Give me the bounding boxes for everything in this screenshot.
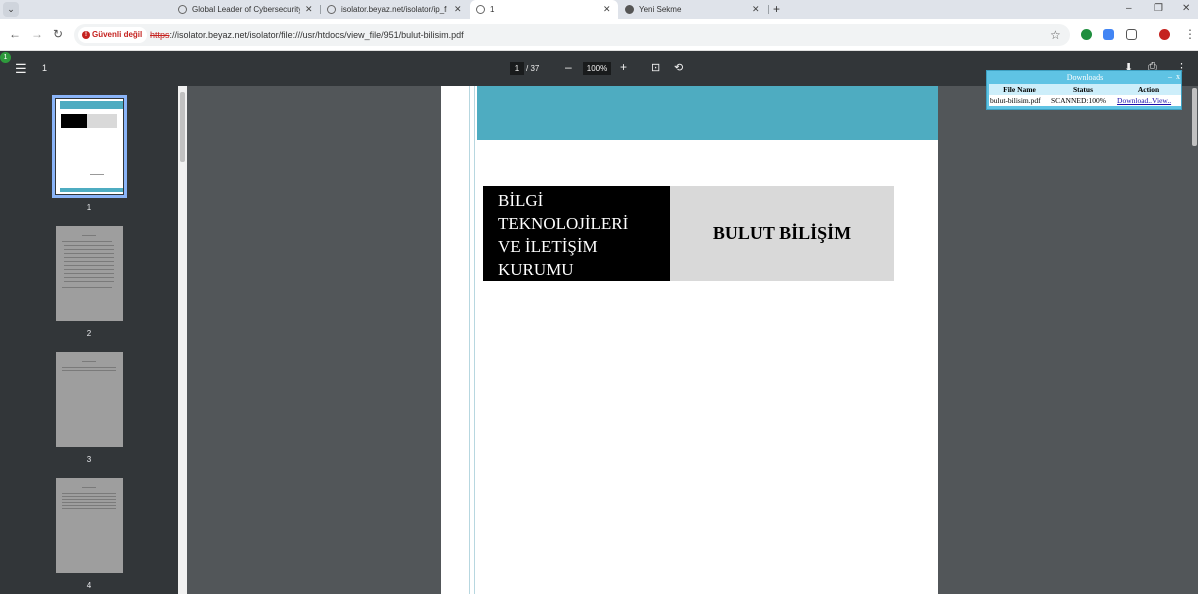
rotate-icon[interactable]: ⟲	[674, 61, 683, 75]
zoom-level-input[interactable]: 100%	[583, 62, 611, 75]
zoom-in-button[interactable]: +	[620, 60, 627, 75]
new-tab-button[interactable]: +	[773, 0, 780, 18]
page-number-input[interactable]: 1	[510, 62, 524, 75]
document-heading: BULUT BİLİŞİM	[670, 186, 894, 281]
extension-shield-icon[interactable]	[1081, 29, 1092, 40]
column-header: File Name	[989, 84, 1050, 95]
downloads-table: File Name Status Action bulut-bilisim.pd…	[989, 84, 1181, 106]
restore-button[interactable]: ❐	[1154, 0, 1163, 18]
extensions-puzzle-icon[interactable]	[1126, 29, 1137, 40]
tab-new-tab-page[interactable]: Yeni Sekme ✕	[619, 0, 767, 19]
table-row: bulut-bilisim.pdf SCANNED:100% Download.…	[989, 95, 1181, 106]
notification-badge: 1	[0, 52, 11, 63]
close-window-button[interactable]: ✕	[1182, 0, 1190, 18]
warning-icon: !	[82, 31, 90, 39]
thumbnail-page-4[interactable]	[56, 478, 123, 573]
minimize-button[interactable]: –	[1126, 0, 1132, 18]
thumbnail-number: 1	[86, 203, 92, 212]
url-path: ://isolator.beyaz.net/isolator/file:///u…	[169, 30, 464, 40]
tab-title: 1	[490, 5, 495, 14]
thumbnail-page-3[interactable]	[56, 352, 123, 447]
thumbnail-page-1[interactable]	[52, 95, 127, 198]
download-view-link[interactable]: Download..View..	[1116, 95, 1181, 106]
tab-title: Yeni Sekme	[639, 5, 682, 14]
download-file-name: bulut-bilisim.pdf	[989, 95, 1050, 106]
downloads-panel: Downloads – x File Name Status Action bu…	[986, 70, 1182, 110]
main-scrollbar[interactable]	[1190, 86, 1198, 594]
url-scheme: https	[150, 30, 170, 40]
thumbnail-number: 3	[86, 455, 92, 464]
download-status: SCANNED:100%	[1049, 95, 1117, 106]
institution-line: KURUMU	[498, 260, 574, 279]
tab-search-button[interactable]: ⌄	[3, 2, 19, 17]
translate-icon[interactable]	[1103, 29, 1114, 40]
column-header: Status	[1049, 84, 1117, 95]
downloads-close-button[interactable]: x	[1176, 72, 1180, 81]
tab-close-icon[interactable]: ✕	[603, 0, 611, 19]
browser-menu-icon[interactable]: ⋮	[1184, 26, 1196, 42]
tab-isolator[interactable]: isolator.beyaz.net/isolator/ip_fi ✕	[321, 0, 469, 19]
security-indicator[interactable]: ! Güvenli değil	[78, 27, 148, 43]
tab-title: Global Leader of Cybersecurity	[192, 5, 300, 14]
pdf-page: BİLGİ TEKNOLOJİLERİ VE İLETİŞİM KURUMU B…	[441, 86, 938, 594]
address-bar-row: ← → ↻ ! Güvenli değil https://isolator.b…	[0, 19, 1198, 51]
downloads-minimize-button[interactable]: –	[1168, 72, 1172, 81]
page-total: / 37	[526, 64, 540, 73]
institution-line: TEKNOLOJİLERİ	[498, 214, 629, 233]
document-title: 1	[42, 63, 48, 73]
sidebar-scrollbar-thumb[interactable]	[180, 92, 185, 162]
institution-block: BİLGİ TEKNOLOJİLERİ VE İLETİŞİM KURUMU	[483, 186, 670, 281]
downloads-title: Downloads	[1066, 73, 1104, 82]
column-header: Action	[1116, 84, 1181, 95]
thumbnail-number: 2	[86, 329, 92, 338]
thumbnail-number: 4	[86, 581, 92, 590]
thumbnail-sidebar: 1 2 3 4	[0, 86, 178, 594]
chrome-icon	[625, 5, 634, 14]
page-header-band	[477, 86, 938, 140]
omnibox[interactable]: ! Güvenli değil https://isolator.beyaz.n…	[74, 24, 1070, 46]
reload-button[interactable]: ↻	[53, 26, 63, 42]
thumbnail-page-2[interactable]	[56, 226, 123, 321]
sidebar-scrollbar[interactable]	[178, 86, 187, 594]
zoom-out-button[interactable]: –	[565, 60, 572, 75]
tab-strip: ⌄ Global Leader of Cybersecurity ✕ isola…	[0, 0, 1198, 19]
tab-close-icon[interactable]: ✕	[752, 0, 760, 19]
main-scrollbar-thumb[interactable]	[1192, 88, 1197, 146]
tab-active-pdf[interactable]: 1 ✕	[470, 0, 618, 19]
profile-avatar[interactable]	[1159, 29, 1170, 40]
globe-icon	[476, 5, 485, 14]
globe-icon	[327, 5, 336, 14]
url-text[interactable]: https://isolator.beyaz.net/isolator/file…	[150, 24, 464, 46]
sidebar-menu-icon[interactable]: ☰	[15, 62, 27, 75]
institution-line: BİLGİ	[498, 191, 544, 210]
tab-close-icon[interactable]: ✕	[305, 0, 313, 19]
bookmark-star-icon[interactable]: ☆	[1050, 27, 1061, 43]
fit-page-icon[interactable]: ⊡	[651, 61, 660, 75]
security-label: Güvenli değil	[92, 30, 143, 39]
back-button[interactable]: ←	[9, 26, 21, 42]
forward-button[interactable]: →	[31, 26, 43, 42]
institution-line: VE İLETİŞİM	[498, 237, 598, 256]
tab-close-icon[interactable]: ✕	[454, 0, 462, 19]
globe-icon	[178, 5, 187, 14]
tab-global-leader[interactable]: Global Leader of Cybersecurity ✕	[172, 0, 320, 19]
tab-title: isolator.beyaz.net/isolator/ip_fi	[341, 5, 447, 14]
